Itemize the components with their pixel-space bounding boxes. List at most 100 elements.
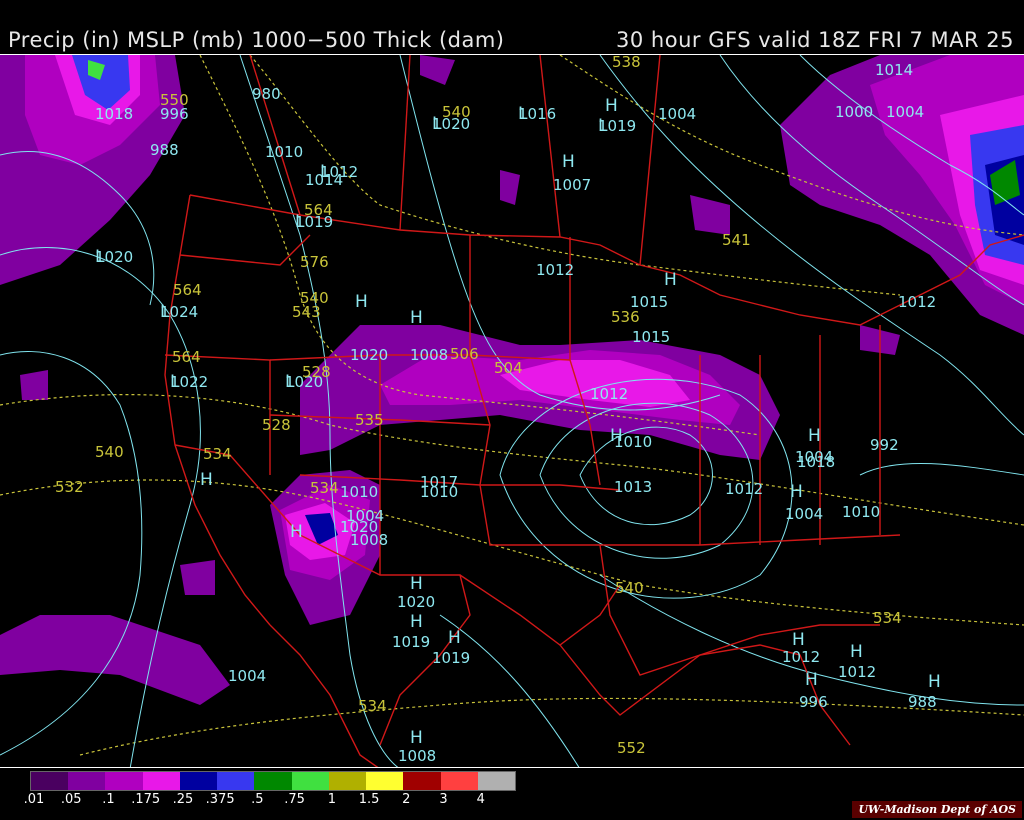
pressure-label: 1004	[346, 507, 385, 525]
precip-color-bar	[30, 771, 516, 791]
thickness-label: 540	[300, 289, 329, 307]
thickness-label: 535	[355, 411, 384, 429]
thickness-label: 550	[160, 91, 189, 109]
high-pressure-marker: H	[805, 670, 818, 690]
pressure-label: 1013	[614, 478, 653, 496]
legend-swatch	[403, 772, 441, 790]
pressure-label: 1008	[398, 747, 437, 765]
pressure-label: 1004	[658, 105, 697, 123]
pressure-label: 1012	[898, 293, 937, 311]
pressure-label: 996	[799, 693, 828, 711]
pressure-label: 1012	[590, 385, 629, 403]
low-pressure-marker: L	[285, 372, 295, 392]
west-coast	[164, 194, 271, 626]
legend-swatch	[477, 772, 516, 790]
thickness-label: 536	[611, 308, 640, 326]
legend-swatch	[217, 772, 255, 790]
pressure-label: 1019	[392, 633, 431, 651]
pressure-label: 1004	[886, 103, 925, 121]
pressure-label: 1012	[782, 648, 821, 666]
isobar	[0, 351, 143, 756]
isobar	[439, 614, 580, 767]
legend-swatch	[105, 772, 143, 790]
legend-label: .05	[60, 792, 82, 807]
pressure-label: 1020	[397, 593, 436, 611]
precip-blob-1	[420, 55, 455, 85]
legend-label: .75	[284, 792, 305, 807]
thickness-label: 576	[300, 253, 329, 271]
precip-color-bar-labels: .01 .05 .1 .175 .25 .375 .5 .75 1 1.5 2 3 4	[0, 792, 540, 808]
credit-badge: UW-Madison Dept of AOS	[852, 801, 1022, 818]
high-pressure-marker: H	[410, 308, 423, 328]
pressure-label: 1014	[875, 61, 914, 79]
high-pressure-marker: H	[410, 728, 423, 748]
isobar	[859, 462, 1024, 476]
pressure-label: 1007	[553, 176, 592, 194]
precip-blob-2	[690, 195, 730, 235]
thickness-label: 540	[615, 579, 644, 597]
canada-province-border	[539, 55, 561, 238]
thickness-label: 564	[304, 201, 333, 219]
high-pressure-marker: H	[792, 630, 805, 650]
low-pressure-marker: L	[160, 302, 170, 322]
pressure-label: 1019	[432, 649, 471, 667]
thickness-label: 528	[302, 363, 331, 381]
legend-swatch	[31, 772, 69, 790]
low-pressure-marker: L	[320, 162, 330, 182]
pressure-label: 1004	[785, 505, 824, 523]
legend-label: 2	[402, 792, 411, 807]
pressure-label: 1015	[632, 328, 671, 346]
pressure-label: 988	[150, 141, 179, 159]
thick-contour	[0, 479, 1024, 626]
high-pressure-marker: H	[808, 426, 821, 446]
high-pressure-marker: H	[610, 426, 623, 446]
thickness-label: 540	[95, 443, 124, 461]
legend-label: 3	[439, 792, 448, 807]
low-pressure-marker: L	[295, 212, 305, 232]
high-pressure-marker: H	[410, 612, 423, 632]
thickness-label: 543	[292, 303, 321, 321]
pressure-label: 1017	[420, 473, 459, 491]
legend-label: .375	[205, 792, 235, 807]
pressure-label: 1008	[410, 346, 449, 364]
map-header: Precip (in) MSLP (mb) 1000−500 Thick (da…	[0, 0, 1024, 54]
legend-swatch	[142, 772, 180, 790]
thickness-label: 534	[873, 609, 902, 627]
precip-blob-3	[20, 370, 48, 400]
high-pressure-marker: H	[410, 574, 423, 594]
thickness-label: 532	[55, 478, 84, 496]
legend-label: 1	[327, 792, 336, 807]
thickness-label: 538	[612, 54, 641, 71]
high-pressure-marker: H	[448, 628, 461, 648]
high-pressure-marker: H	[790, 482, 803, 502]
thickness-label: 504	[494, 359, 523, 377]
thickness-label: 564	[173, 281, 202, 299]
pressure-label: 1010	[842, 503, 881, 521]
legend-label: 1.5	[358, 792, 380, 807]
pressure-label: 980	[252, 85, 281, 103]
legend-label: .25	[172, 792, 194, 807]
low-pressure-marker: L	[95, 247, 105, 267]
thickness-label: 506	[450, 345, 479, 363]
pressure-label: 1018	[95, 105, 134, 123]
pressure-label: 1008	[350, 531, 389, 549]
high-pressure-marker: H	[850, 642, 863, 662]
legend-swatch	[366, 772, 404, 790]
high-pressure-marker: H	[562, 152, 575, 172]
pressure-label: 1010	[265, 143, 304, 161]
canada-province-border	[249, 55, 301, 216]
thickness-label: 534	[310, 479, 339, 497]
thickness-label: 552	[617, 739, 646, 757]
valid-time-title: 30 hour GFS valid 18Z FRI 7 MAR 25	[616, 28, 1014, 52]
thickness-label: 541	[722, 231, 751, 249]
product-title: Precip (in) MSLP (mb) 1000−500 Thick (da…	[8, 28, 505, 52]
pressure-label: 1000	[835, 103, 874, 121]
high-pressure-marker: H	[664, 270, 677, 290]
pressure-label: 1010	[340, 483, 379, 501]
pressure-label: 1018	[797, 453, 836, 471]
high-pressure-marker: H	[928, 672, 941, 692]
canada-province-border	[399, 55, 411, 231]
pressure-label: 1020	[350, 346, 389, 364]
high-pressure-marker: H	[605, 96, 618, 116]
pressure-label: 1012	[725, 480, 764, 498]
